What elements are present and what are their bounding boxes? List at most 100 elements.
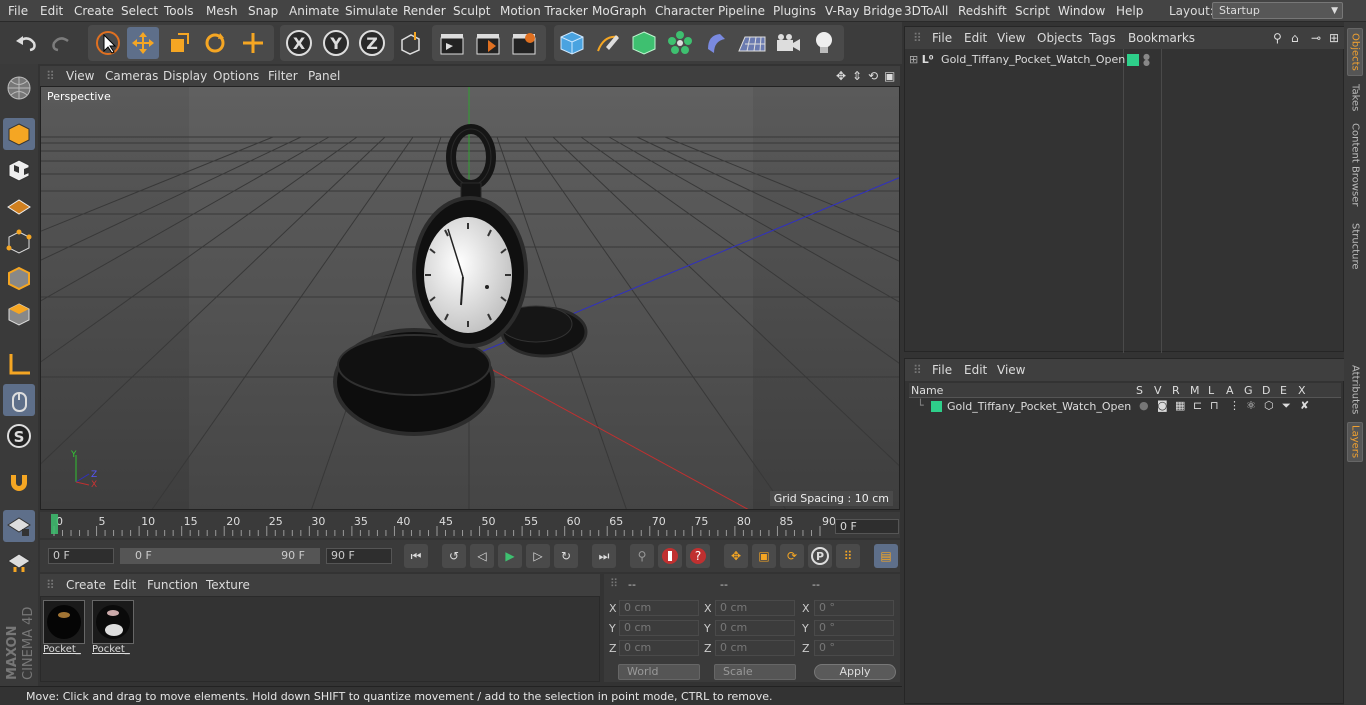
column-view[interactable]: V: [1154, 384, 1162, 397]
menu-simulate[interactable]: Simulate: [345, 4, 398, 18]
move-tool-button[interactable]: [127, 27, 159, 59]
menu-select[interactable]: Select: [121, 4, 158, 18]
column-render[interactable]: R: [1172, 384, 1180, 397]
go-to-end-button[interactable]: ⏭: [592, 544, 616, 568]
menu-script[interactable]: Script: [1015, 4, 1050, 18]
apply-button[interactable]: Apply: [814, 664, 896, 680]
transform-tool-button[interactable]: [237, 27, 269, 59]
go-to-start-button[interactable]: ⏮: [404, 544, 428, 568]
add-array-button[interactable]: [664, 27, 696, 59]
scale-tool-button[interactable]: [163, 27, 195, 59]
previous-key-button[interactable]: ↺: [442, 544, 466, 568]
model-mode-button[interactable]: [3, 118, 35, 150]
panel-grip-icon[interactable]: ⠿: [913, 363, 922, 377]
expression-icon[interactable]: ⏷: [1282, 399, 1291, 413]
viewport-rotate-icon[interactable]: ⟲: [868, 69, 878, 83]
column-generators[interactable]: G: [1244, 384, 1253, 397]
viewport-menu-display[interactable]: Display: [163, 69, 207, 83]
lock-icon[interactable]: ⊓: [1210, 399, 1219, 412]
layer-row[interactable]: └ Gold_Tiffany_Pocket_Watch_Open ● ◙ ▦ ⊏…: [909, 399, 1341, 415]
points-mode-button[interactable]: [3, 226, 35, 258]
menu-window[interactable]: Window: [1058, 4, 1105, 18]
render-picture-viewer-button[interactable]: [472, 27, 504, 59]
object-name[interactable]: Gold_Tiffany_Pocket_Watch_Open: [941, 53, 1125, 66]
size-mode-dropdown[interactable]: Scale: [714, 664, 796, 680]
column-solo[interactable]: S: [1136, 384, 1143, 397]
rotation-p-field[interactable]: 0 °: [814, 620, 894, 636]
add-spline-button[interactable]: [592, 27, 624, 59]
solo-mode-button[interactable]: S: [3, 420, 35, 452]
render-view-button[interactable]: [436, 27, 468, 59]
column-name[interactable]: Name: [911, 384, 943, 397]
workplane-button[interactable]: [3, 510, 35, 542]
material-menu-texture[interactable]: Texture: [206, 578, 250, 592]
new-panel-icon[interactable]: ⊞: [1329, 31, 1339, 45]
current-frame-field[interactable]: 0 F: [835, 519, 899, 534]
menu-help[interactable]: Help: [1116, 4, 1143, 18]
eye-icon[interactable]: ◙: [1157, 399, 1168, 412]
column-xrefs[interactable]: X: [1298, 384, 1306, 397]
z-axis-lock-button[interactable]: Z: [356, 27, 388, 59]
menu-plugins[interactable]: Plugins: [773, 4, 816, 18]
menu-edit[interactable]: Edit: [40, 4, 63, 18]
layers-menu-edit[interactable]: Edit: [964, 363, 987, 377]
motion-record-button[interactable]: ⚲: [630, 544, 654, 568]
expand-icon[interactable]: ⊞: [909, 53, 918, 66]
panel-grip-icon[interactable]: ⠿: [913, 31, 922, 45]
key-scale-button[interactable]: ▣: [752, 544, 776, 568]
menu-redshift[interactable]: Redshift: [958, 4, 1007, 18]
column-locked[interactable]: L: [1208, 384, 1214, 397]
next-key-button[interactable]: ↻: [554, 544, 578, 568]
manager-icon[interactable]: ⊏: [1193, 399, 1202, 412]
size-y-field[interactable]: 0 cm: [715, 620, 795, 636]
size-x-field[interactable]: 0 cm: [715, 600, 795, 616]
edges-mode-button[interactable]: [3, 262, 35, 294]
tab-layers[interactable]: Layers: [1347, 422, 1363, 462]
objects-menu-edit[interactable]: Edit: [964, 31, 987, 45]
menu-3dtoall[interactable]: 3DToAll: [904, 4, 948, 18]
layer-name[interactable]: Gold_Tiffany_Pocket_Watch_Open: [947, 400, 1131, 413]
menu-snap[interactable]: Snap: [248, 4, 278, 18]
coordinate-system-button[interactable]: [394, 27, 426, 59]
rotation-b-field[interactable]: 0 °: [814, 640, 894, 656]
layout-dropdown[interactable]: Startup ▼: [1212, 2, 1343, 19]
material-menu-create[interactable]: Create: [66, 578, 106, 592]
position-z-field[interactable]: 0 cm: [619, 640, 699, 656]
render-settings-button[interactable]: [508, 27, 540, 59]
viewport-menu-cameras[interactable]: Cameras: [105, 69, 158, 83]
menu-file[interactable]: File: [8, 4, 28, 18]
coordinate-mode-dropdown[interactable]: World: [618, 664, 700, 680]
panel-grip-icon[interactable]: ⠿: [46, 69, 55, 83]
column-animation[interactable]: A: [1226, 384, 1234, 397]
make-editable-button[interactable]: [3, 72, 35, 104]
menu-pipeline[interactable]: Pipeline: [718, 4, 765, 18]
material-menu-edit[interactable]: Edit: [113, 578, 136, 592]
tab-content-browser[interactable]: Content Browser: [1347, 120, 1363, 210]
tab-objects[interactable]: Objects: [1347, 28, 1363, 76]
frame-range-slider[interactable]: 0 F 90 F: [120, 548, 320, 564]
column-deformers[interactable]: D: [1262, 384, 1270, 397]
panel-grip-icon[interactable]: ⠿: [610, 577, 618, 590]
layers-menu-file[interactable]: File: [932, 363, 952, 377]
material-swatch[interactable]: Pocket_: [92, 600, 134, 656]
menu-create[interactable]: Create: [74, 4, 114, 18]
menu-vray-bridge[interactable]: V-Ray Bridge: [825, 4, 902, 18]
panel-toggle-icon[interactable]: ⊸: [1311, 31, 1321, 45]
objects-menu-objects[interactable]: Objects: [1037, 31, 1082, 45]
material-menu-function[interactable]: Function: [147, 578, 198, 592]
workplane-mode-button[interactable]: [3, 190, 35, 222]
viewport-move-icon[interactable]: ✥: [836, 69, 846, 83]
generator-icon[interactable]: ⚛: [1246, 399, 1256, 412]
timeline-window-button[interactable]: ▤: [874, 544, 898, 568]
workplane-snap-button[interactable]: [3, 546, 35, 578]
panel-grip-icon[interactable]: ⠿: [46, 578, 55, 592]
previous-frame-button[interactable]: ◁: [470, 544, 494, 568]
menu-render[interactable]: Render: [403, 4, 446, 18]
end-frame-field[interactable]: 90 F: [326, 548, 392, 564]
column-expressions[interactable]: E: [1280, 384, 1287, 397]
viewport-maximize-icon[interactable]: ▣: [884, 69, 895, 83]
add-camera-button[interactable]: [772, 27, 804, 59]
texture-mode-button[interactable]: [3, 154, 35, 186]
add-floor-button[interactable]: [736, 27, 768, 59]
play-button[interactable]: ▶: [498, 544, 522, 568]
